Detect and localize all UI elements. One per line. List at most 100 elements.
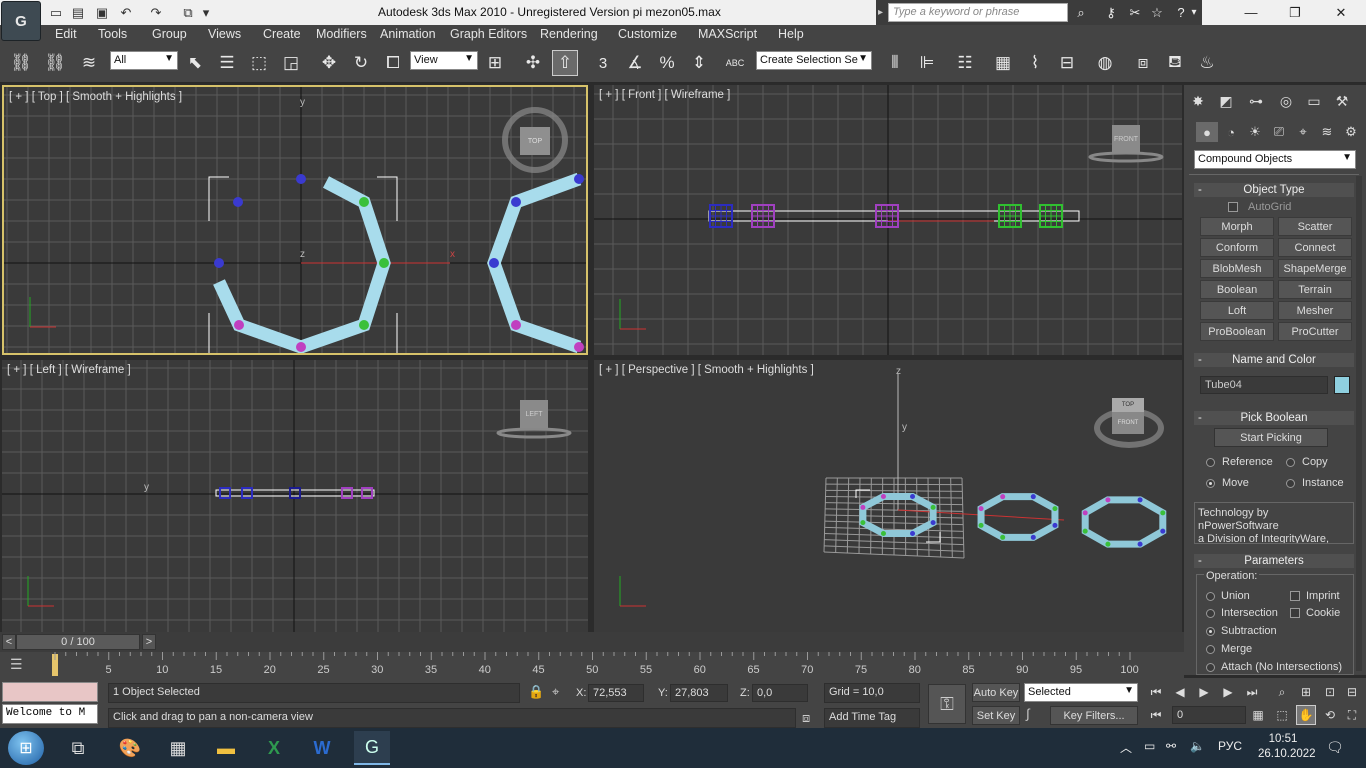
time-tag-icon[interactable]: ⧈ — [802, 710, 810, 726]
app-logo-button[interactable]: G — [1, 1, 41, 41]
search-input[interactable]: Type a keyword or phrase — [888, 3, 1068, 22]
quick-access-dropdown-icon[interactable]: ▾ — [200, 3, 212, 22]
maxscript-output[interactable]: Welcome to M — [2, 704, 98, 724]
geometry-icon[interactable]: ● — [1196, 122, 1218, 142]
menu-maxscript[interactable]: MAXScript — [698, 27, 757, 41]
network-icon[interactable]: ⚯ — [1166, 739, 1176, 753]
key-mode-toggle-icon[interactable]: ⏮ — [1146, 705, 1166, 725]
menu-tools[interactable]: Tools — [98, 27, 127, 41]
command-panel-scrollbar[interactable] — [1356, 176, 1362, 671]
menu-rendering[interactable]: Rendering — [540, 27, 598, 41]
rollout-object-type[interactable]: - Object Type — [1194, 183, 1354, 197]
percent-snap-icon[interactable]: % — [654, 50, 680, 76]
select-manipulate-icon[interactable]: ✣ — [520, 50, 546, 76]
spinner-snap-icon[interactable]: ⇕ — [686, 50, 712, 76]
clock[interactable]: 10:51 26.10.2022 — [1258, 732, 1316, 762]
cameras-icon[interactable]: ⎚ — [1268, 122, 1290, 142]
viewport-label-front[interactable]: [ + ] [ Front ] [ Wireframe ] — [599, 89, 730, 101]
object-type-loft-button[interactable]: Loft — [1200, 301, 1274, 320]
close-button[interactable]: ✕ — [1318, 0, 1364, 25]
selection-lock-icon[interactable]: 🔒 — [528, 684, 544, 700]
zoom-icon[interactable]: ⌕ — [1272, 682, 1292, 702]
start-button[interactable]: ⊞ — [8, 731, 44, 765]
viewcube-top[interactable]: TOP — [520, 127, 550, 155]
viewport-left[interactable]: [ + ] [ Left ] [ Wireframe ] LEFT y — [2, 360, 588, 632]
undo-icon[interactable]: ↶ — [116, 3, 136, 22]
object-type-shapemerge-button[interactable]: ShapeMerge — [1278, 259, 1352, 278]
object-type-scatter-button[interactable]: Scatter — [1278, 217, 1352, 236]
key-mode-dropdown[interactable]: Selected ▼ — [1024, 683, 1138, 702]
motion-tab-icon[interactable]: ◎ — [1274, 90, 1298, 112]
viewport-label-perspective[interactable]: [ + ] [ Perspective ] [ Smooth + Highlig… — [599, 364, 814, 376]
viewcube-top[interactable]: TOP — [1112, 398, 1144, 412]
next-frame-icon[interactable]: ▶ — [1218, 682, 1238, 702]
category-dropdown[interactable]: Compound Objects ▼ — [1194, 150, 1356, 169]
calculator-app-icon[interactable]: ▦ — [160, 731, 196, 765]
unlink-icon[interactable]: ⛓ — [42, 50, 68, 76]
zoom-extents-all-icon[interactable]: ⊟ — [1342, 682, 1362, 702]
z-coordinate-field[interactable]: 0,0 — [752, 684, 808, 702]
merge-radio[interactable] — [1206, 645, 1215, 654]
layer-manager-icon[interactable]: ☷ — [952, 50, 978, 76]
maxscript-mini-listener[interactable] — [2, 682, 98, 702]
task-view-icon[interactable]: ⧉ — [60, 731, 96, 765]
autogrid-checkbox[interactable] — [1228, 202, 1238, 212]
default-tangent-icon[interactable]: ∫ — [1026, 706, 1048, 725]
favorites-star-icon[interactable]: ☆ — [1146, 3, 1168, 22]
lights-icon[interactable]: ☀ — [1244, 122, 1266, 142]
object-type-procutter-button[interactable]: ProCutter — [1278, 322, 1352, 341]
named-selection-sets-dropdown[interactable]: Create Selection Se ▼ — [756, 51, 872, 70]
time-slider-thumb[interactable]: 0 / 100 — [16, 634, 140, 650]
create-tab-icon[interactable]: ✸ — [1186, 90, 1210, 112]
maximize-button[interactable]: ❐ — [1272, 0, 1318, 25]
current-frame-field[interactable]: 0 — [1172, 706, 1246, 724]
imprint-checkbox[interactable] — [1290, 591, 1300, 601]
select-object-icon[interactable]: ⬉ — [182, 50, 208, 76]
subscription-key-icon[interactable]: ⚷ — [1100, 3, 1122, 22]
menu-help[interactable]: Help — [778, 27, 804, 41]
volume-icon[interactable]: 🔈 — [1190, 739, 1205, 753]
material-editor-icon[interactable]: ◍ — [1092, 50, 1118, 76]
play-icon[interactable]: ▶ — [1194, 682, 1214, 702]
time-slider-prev-button[interactable]: < — [2, 634, 16, 650]
rendered-frame-window-icon[interactable]: ⛾ — [1162, 50, 1188, 76]
binoculars-icon[interactable]: ⌕ — [1070, 3, 1092, 22]
language-indicator[interactable]: РУС — [1218, 739, 1242, 753]
link-icon[interactable]: ⛓ — [8, 50, 34, 76]
search-expand-icon[interactable]: ▸ — [878, 7, 883, 18]
absolute-mode-icon[interactable]: ⌖ — [552, 684, 559, 700]
move-icon[interactable]: ✥ — [316, 50, 342, 76]
snaps-toggle-icon[interactable]: 3 — [590, 50, 616, 76]
time-slider-next-button[interactable]: > — [142, 634, 156, 650]
pan-view-icon[interactable]: ✋ — [1296, 705, 1316, 725]
keyboard-shortcut-override-icon[interactable]: ⇧ — [552, 50, 578, 76]
curve-editor-icon[interactable]: ⌇ — [1022, 50, 1048, 76]
rollout-name-and-color[interactable]: - Name and Color — [1194, 353, 1354, 367]
zoom-extents-icon[interactable]: ⊡ — [1320, 682, 1340, 702]
rectangular-selection-icon[interactable]: ⬚ — [246, 50, 272, 76]
auto-key-button[interactable]: Auto Key — [972, 683, 1020, 702]
attach-radio[interactable] — [1206, 663, 1215, 672]
viewport-label-left[interactable]: [ + ] [ Left ] [ Wireframe ] — [7, 364, 131, 376]
menu-create[interactable]: Create — [263, 27, 301, 41]
help-dropdown-icon[interactable]: ▾ — [1188, 3, 1200, 22]
viewport-top[interactable]: [ + ] [ Top ] [ Smooth + Highlights ] TO… — [2, 85, 588, 355]
previous-frame-icon[interactable]: ◀ — [1170, 682, 1190, 702]
viewcube-front[interactable]: FRONT — [1112, 125, 1140, 153]
menu-edit[interactable]: Edit — [55, 27, 77, 41]
union-radio[interactable] — [1206, 592, 1215, 601]
shapes-icon[interactable]: ◔ — [1220, 122, 1242, 142]
key-filters-button[interactable]: Key Filters... — [1050, 706, 1138, 725]
quick-render-teapot-icon[interactable]: ♨ — [1194, 50, 1220, 76]
object-type-connect-button[interactable]: Connect — [1278, 238, 1352, 257]
file-explorer-app-icon[interactable]: ▬ — [208, 731, 244, 765]
set-key-icon[interactable]: ⚿ — [928, 684, 966, 724]
redo-icon[interactable]: ↷ — [146, 3, 166, 22]
viewcube-left[interactable]: LEFT — [520, 400, 548, 428]
object-name-field[interactable]: Tube04 — [1200, 376, 1328, 394]
menu-graph-editors[interactable]: Graph Editors — [450, 27, 527, 41]
object-color-swatch[interactable] — [1334, 376, 1350, 394]
subtraction-radio[interactable] — [1206, 627, 1215, 636]
new-file-icon[interactable]: ▭ — [46, 3, 66, 22]
menu-customize[interactable]: Customize — [618, 27, 677, 41]
